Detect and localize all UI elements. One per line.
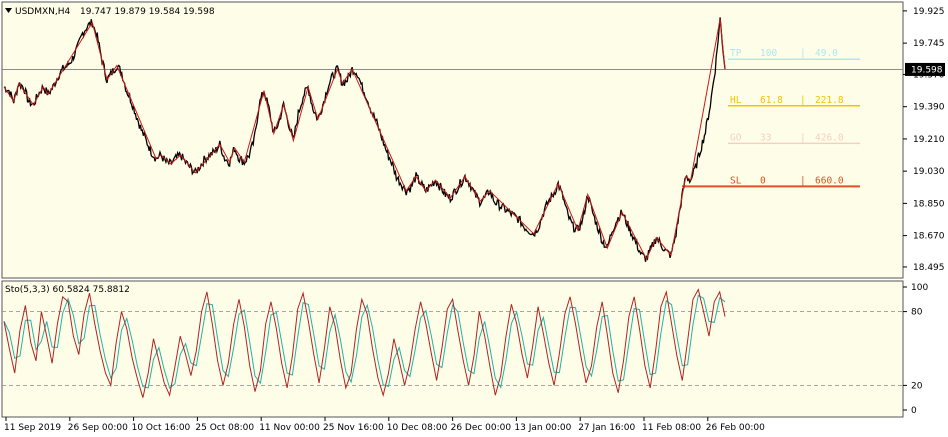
indicator-tick-label: 100	[911, 283, 928, 293]
indicator-tick-label: 20	[911, 381, 923, 391]
level-name: TP	[730, 48, 742, 59]
chart-window[interactable]: USDMXN,H4 19.747 19.879 19.584 19.598 19…	[0, 0, 948, 437]
time-tick-label: 27 Jan 16:00	[578, 423, 635, 433]
level-separator: |	[800, 175, 806, 186]
time-tick-label: 10 Dec 08:00	[387, 423, 448, 433]
time-tick-label: 11 Feb 08:00	[642, 423, 701, 433]
level-separator: |	[800, 132, 806, 143]
price-tick-label: 19.390	[913, 103, 945, 113]
time-tick-label: 25 Nov 16:00	[323, 423, 384, 433]
level-percent: 61.8	[760, 95, 783, 106]
time-tick-label: 26 Dec 00:00	[451, 423, 512, 433]
price-tick-label: 19.210	[913, 135, 945, 145]
time-tick-label: 26 Sep 00:00	[68, 423, 128, 433]
level-pips: 49.0	[815, 48, 838, 59]
price-tick-label: 19.030	[913, 167, 945, 177]
price-tick-label: 18.670	[913, 232, 945, 242]
time-axis: 11 Sep 2019 26 Sep 00:00 10 Oct 16:00 25 Oc…	[4, 417, 765, 433]
level-pips: 660.0	[815, 175, 844, 186]
time-tick-label: 11 Nov 00:00	[259, 423, 320, 433]
ohlc-values: 19.747 19.879 19.584 19.598	[80, 7, 215, 17]
price-tick-label: 19.745	[913, 39, 945, 49]
time-tick-label: 25 Oct 08:00	[195, 423, 254, 433]
level-name: SL	[730, 175, 742, 186]
level-pips: 426.0	[815, 132, 844, 143]
indicator-tick-label: 80	[911, 308, 923, 318]
time-tick-label: 26 Feb 00:00	[706, 423, 765, 433]
level-name: GO	[730, 132, 742, 143]
time-tick-label: 11 Sep 2019	[4, 423, 61, 433]
price-axis: 19.92519.74519.57019.39019.21019.03018.8…	[903, 7, 945, 273]
symbol-label: USDMXN,H4	[15, 7, 71, 17]
time-tick-label: 13 Jan 00:00	[514, 423, 571, 433]
level-separator: |	[800, 95, 806, 106]
indicator-label: Sto(5,3,3) 60.5824 75.8812	[5, 285, 130, 295]
level-percent: 100	[760, 48, 777, 59]
level-name: HL	[730, 95, 742, 106]
price-tick-label: 18.495	[913, 263, 945, 273]
level-percent: 33	[760, 132, 771, 143]
level-pips: 221.8	[815, 95, 844, 106]
time-tick-label: 10 Oct 16:00	[132, 423, 191, 433]
price-tick-label: 18.850	[913, 199, 945, 209]
level-percent: 0	[760, 175, 766, 186]
indicator-tick-label: 0	[911, 406, 917, 416]
level-separator: |	[800, 48, 806, 59]
current-price-value: 19.598	[911, 65, 943, 75]
price-tick-label: 19.925	[913, 7, 945, 17]
